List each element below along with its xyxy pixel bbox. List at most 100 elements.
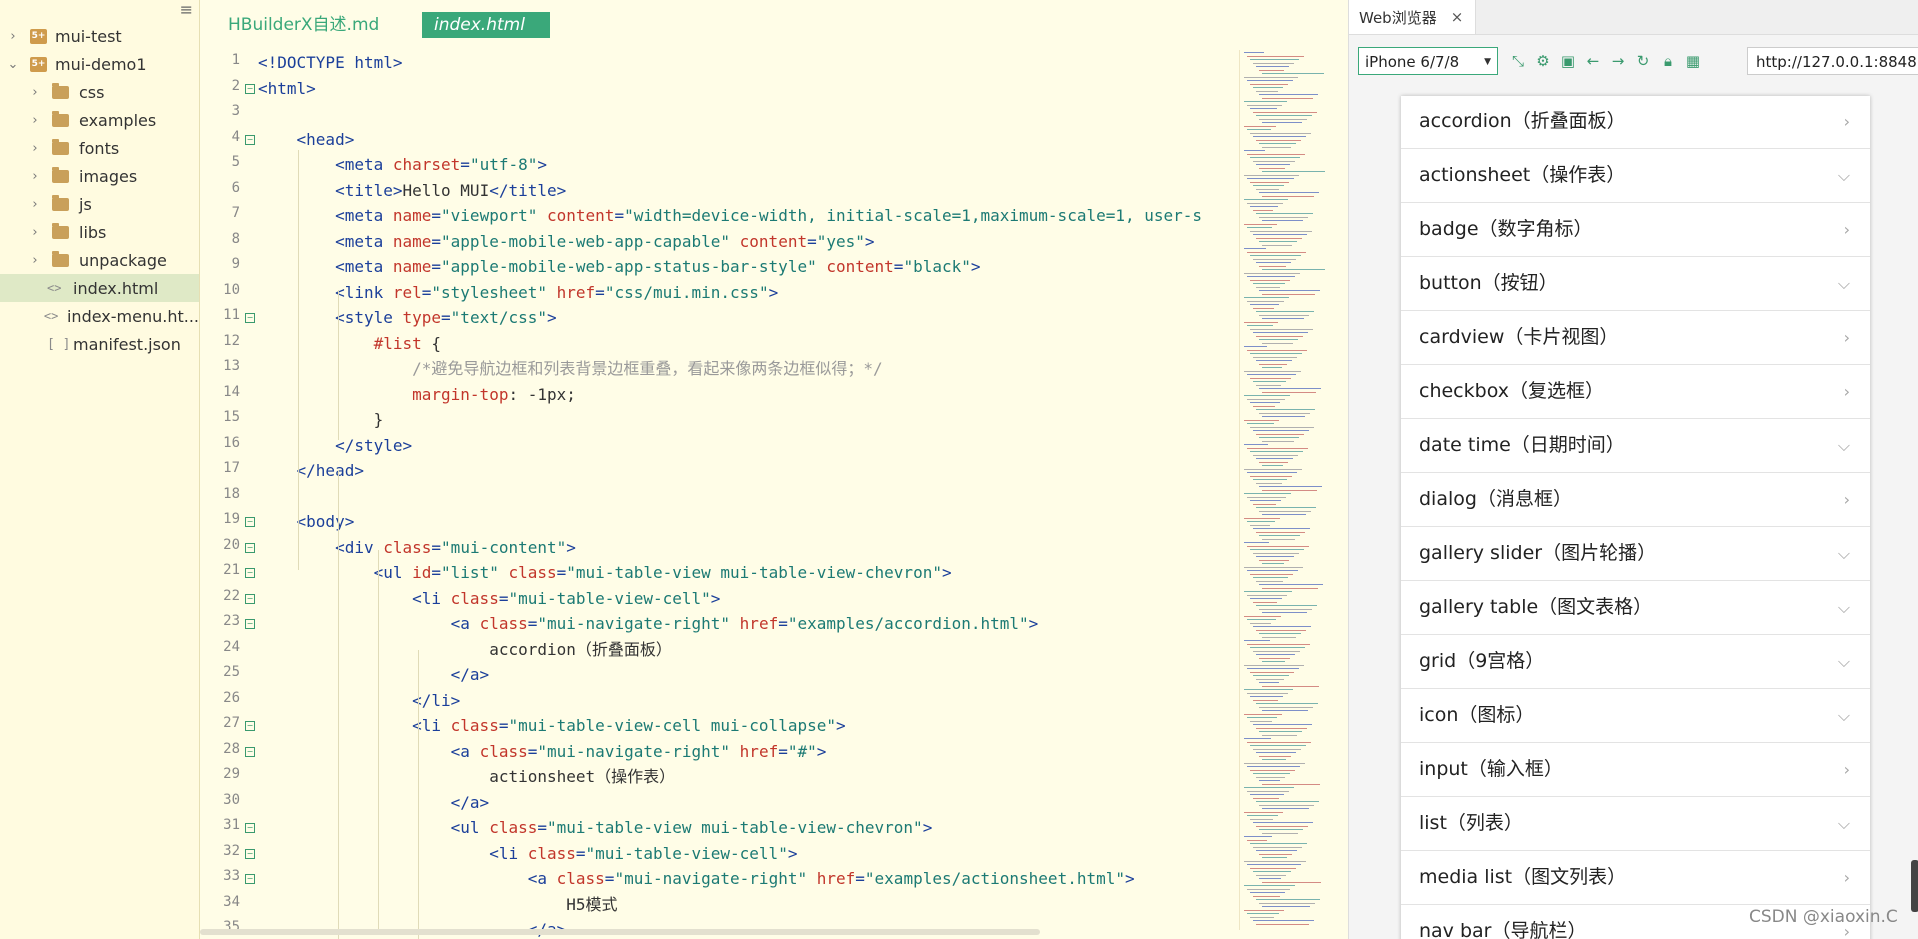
code-line[interactable]: </li> (258, 688, 460, 713)
list-item[interactable]: gallery slider（图片轮播） ⌵ (1401, 527, 1870, 581)
code-line[interactable]: margin-top: -1px; (258, 382, 576, 407)
minimap[interactable] (1239, 50, 1325, 930)
code-line[interactable]: /*避免导航边框和列表背景边框重叠，看起来像两条边框似得；*/ (258, 356, 883, 381)
code-line[interactable]: <meta name="viewport" content="width=dev… (258, 203, 1202, 228)
tree-item-mui-demo1[interactable]: ⌄ 5+ mui-demo1 (0, 50, 199, 78)
menu-icon[interactable]: ≡ (180, 2, 193, 18)
rotate-icon[interactable]: ⤡ (1507, 50, 1529, 72)
tree-item-manifest-json[interactable]: [ ] manifest.json (0, 330, 199, 358)
code-line[interactable]: </style> (258, 433, 412, 458)
code-line[interactable]: <a class="mui-navigate-right" href="exam… (258, 866, 1135, 891)
tree-item-examples[interactable]: › examples (0, 106, 199, 134)
code-line[interactable]: <li class="mui-table-view-cell mui-colla… (258, 713, 846, 738)
chevron-down-icon[interactable]: ⌄ (6, 57, 20, 72)
chevron-right-icon[interactable]: › (6, 29, 20, 44)
fold-toggle-icon[interactable]: − (245, 823, 255, 833)
code-line[interactable]: </a> (258, 662, 490, 687)
code-line[interactable]: H5模式 (258, 892, 617, 917)
chevron-right-icon[interactable]: › (28, 253, 42, 268)
tab-hbuilderx-readme[interactable]: HBuilderX自述.md (216, 12, 391, 38)
code-line[interactable]: <!DOCTYPE html> (258, 50, 403, 75)
tree-item-libs[interactable]: › libs (0, 218, 199, 246)
fold-toggle-icon[interactable]: − (245, 619, 255, 629)
list-item[interactable]: accordion（折叠面板） › (1401, 96, 1870, 149)
code-line[interactable]: <meta name="apple-mobile-web-app-status-… (258, 254, 980, 279)
fold-toggle-icon[interactable]: − (245, 542, 255, 553)
tree-item-fonts[interactable]: › fonts (0, 134, 199, 162)
list-item[interactable]: badge（数字角标） › (1401, 203, 1870, 257)
code-line[interactable]: <html> (258, 76, 316, 101)
list-item[interactable]: dialog（消息框） › (1401, 473, 1870, 527)
forward-arrow-icon[interactable]: → (1607, 50, 1629, 72)
code-line[interactable]: </a> (258, 790, 490, 815)
tree-item-index-menu-ht-[interactable]: <> index-menu.ht... (0, 302, 199, 330)
chevron-right-icon[interactable]: › (28, 225, 42, 240)
tree-item-index-html[interactable]: <> index.html (0, 274, 199, 302)
fold-toggle-icon[interactable]: − (245, 721, 255, 731)
fold-toggle-icon[interactable]: − (245, 83, 255, 94)
chevron-right-icon[interactable]: › (28, 169, 42, 184)
chevron-right-icon[interactable]: › (28, 113, 42, 128)
tree-item-mui-test[interactable]: › 5+ mui-test (0, 22, 199, 50)
code-line[interactable]: actionsheet（操作表） (258, 764, 675, 789)
fold-toggle-icon[interactable]: − (245, 568, 255, 578)
code-line[interactable]: </a> (258, 917, 567, 939)
url-input[interactable]: http://127.0.0.1:8848 (1747, 47, 1918, 75)
tree-item-images[interactable]: › images (0, 162, 199, 190)
code-line[interactable]: <meta charset="utf-8"> (258, 152, 547, 177)
horizontal-scrollbar[interactable] (200, 929, 1040, 935)
list-item[interactable]: media list（图文列表） › (1401, 851, 1870, 905)
list-item[interactable]: input（输入框） › (1401, 743, 1870, 797)
list-item[interactable]: list（列表） ⌵ (1401, 797, 1870, 851)
code-line[interactable]: <a class="mui-navigate-right" href="#"> (258, 739, 827, 764)
chevron-right-icon[interactable]: › (28, 141, 42, 156)
fold-toggle-icon[interactable]: − (245, 313, 255, 323)
lock-icon[interactable]: 🔒︎ (1657, 50, 1679, 72)
code-line[interactable]: } (258, 407, 384, 432)
code-line[interactable]: <style type="text/css"> (258, 305, 557, 330)
code-line[interactable]: <meta name="apple-mobile-web-app-capable… (258, 229, 874, 254)
code-line[interactable]: <a class="mui-navigate-right" href="exam… (258, 611, 1039, 636)
back-arrow-icon[interactable]: ← (1582, 50, 1604, 72)
fold-toggle-icon[interactable]: − (245, 134, 255, 145)
list-item[interactable]: actionsheet（操作表） ⌵ (1401, 149, 1870, 203)
list-item[interactable]: grid（9宫格） ⌵ (1401, 635, 1870, 689)
code-line[interactable]: <body> (258, 509, 355, 534)
fold-toggle-icon[interactable]: − (245, 874, 255, 884)
tree-item-unpackage[interactable]: › unpackage (0, 246, 199, 274)
device-select[interactable]: iPhone 6/7/8 ▼ (1358, 47, 1498, 75)
code-line[interactable]: <ul id="list" class="mui-table-view mui-… (258, 560, 952, 585)
code-line[interactable]: <title>Hello MUI</title> (258, 178, 566, 203)
list-item[interactable]: icon（图标） ⌵ (1401, 689, 1870, 743)
list-item[interactable]: date time（日期时间） ⌵ (1401, 419, 1870, 473)
code-token: = (807, 231, 817, 251)
list-item[interactable]: gallery table（图文表格） ⌵ (1401, 581, 1870, 635)
tree-item-js[interactable]: › js (0, 190, 199, 218)
settings-icon[interactable]: ⚙ (1532, 50, 1554, 72)
code-line[interactable]: <link rel="stylesheet" href="css/mui.min… (258, 280, 778, 305)
code-line[interactable]: <div class="mui-content"> (258, 535, 576, 560)
vertical-scrollbar[interactable] (1911, 860, 1918, 912)
fold-toggle-icon[interactable]: − (245, 746, 255, 757)
qrcode-icon[interactable]: ▦ (1682, 50, 1704, 72)
refresh-icon[interactable]: ↻ (1632, 50, 1654, 72)
list-item[interactable]: cardview（卡片视图） › (1401, 311, 1870, 365)
code-line[interactable]: <ul class="mui-table-view mui-table-view… (258, 815, 933, 840)
fold-toggle-icon[interactable]: − (245, 593, 255, 604)
code-line[interactable]: </head> (258, 458, 364, 483)
list-item[interactable]: button（按钮） ⌵ (1401, 257, 1870, 311)
fold-toggle-icon[interactable]: − (245, 517, 255, 527)
code-line[interactable]: accordion（折叠面板） (258, 637, 672, 662)
tree-item-css[interactable]: › css (0, 78, 199, 106)
code-line[interactable]: <head> (258, 127, 355, 152)
code-line[interactable]: #list { (258, 331, 441, 356)
list-item[interactable]: checkbox（复选框） › (1401, 365, 1870, 419)
tab-index-html[interactable]: index.html (422, 12, 550, 38)
chevron-right-icon[interactable]: › (28, 197, 42, 212)
chevron-right-icon[interactable]: › (28, 85, 42, 100)
screenshot-icon[interactable]: ▣ (1557, 50, 1579, 72)
browser-tab[interactable]: Web浏览器 × (1349, 0, 1476, 34)
code-line[interactable]: <li class="mui-table-view-cell"> (258, 586, 720, 611)
fold-toggle-icon[interactable]: − (245, 848, 255, 859)
close-icon[interactable]: × (1451, 8, 1464, 26)
